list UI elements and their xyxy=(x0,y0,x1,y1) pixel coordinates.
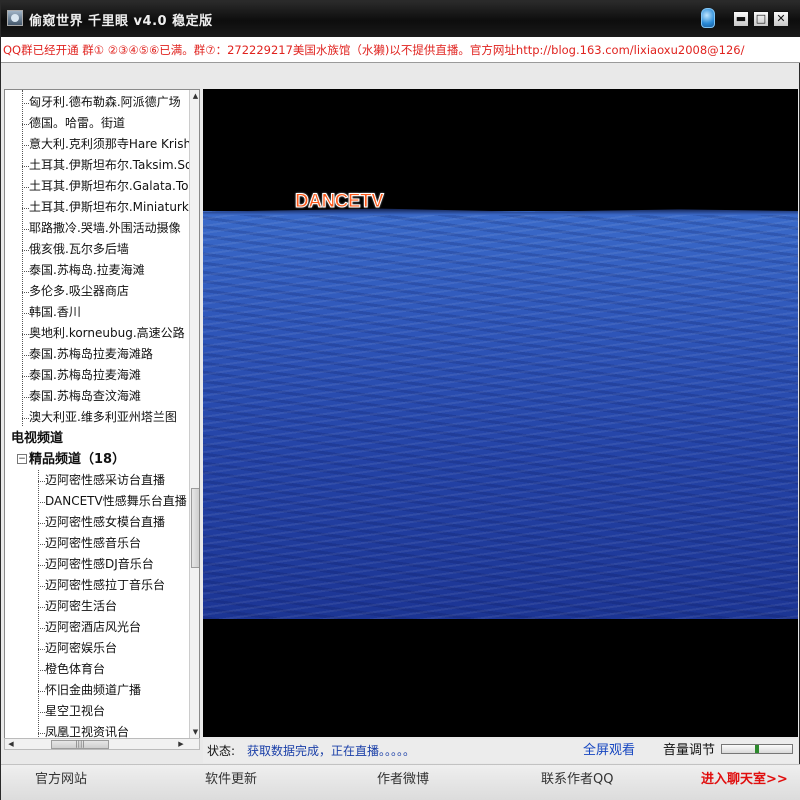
channel-tree-list[interactable]: 匈牙利.德布勒森.阿派德广场 德国。哈雷。街道 意大利.克利须那寺Hare Kris… xyxy=(5,90,189,738)
horizontal-scroll-thumb[interactable]: |||| xyxy=(51,740,109,749)
tree-connector xyxy=(22,103,29,104)
tree-connector xyxy=(38,502,45,503)
tree-item-place[interactable]: 泰国.苏梅岛拉麦海滩 xyxy=(29,365,189,386)
tree-item-place[interactable]: 多伦多.吸尘器商店 xyxy=(29,281,189,302)
window-title: 偷窥世界 千里眼 v4.0 稳定版 xyxy=(29,14,213,29)
tree-connector xyxy=(22,376,29,377)
status-label: 状态: xyxy=(207,744,236,758)
tree-connector xyxy=(38,712,45,713)
contact-author-qq-link[interactable]: 联系作者QQ xyxy=(541,765,613,795)
scroll-up-arrow-icon[interactable]: ▲ xyxy=(190,90,199,102)
tree-connector xyxy=(22,145,29,146)
tree-item-channel[interactable]: 迈阿密性感音乐台 xyxy=(45,533,189,554)
tree-item-place[interactable]: 奥地利.korneubug.高速公路 xyxy=(29,323,189,344)
tree-item-place[interactable]: 泰国.苏梅岛拉麦海滩路 xyxy=(29,344,189,365)
channel-tree[interactable]: 匈牙利.德布勒森.阿派德广场 德国。哈雷。街道 意大利.克利须那寺Hare Kris… xyxy=(4,89,200,739)
video-frame-sea xyxy=(203,211,798,619)
tree-item-place[interactable]: 俄亥俄.瓦尔多后墙 xyxy=(29,239,189,260)
close-button[interactable]: ✕ xyxy=(773,11,789,27)
tree-item-place[interactable]: 泰国.苏梅岛查汶海滩 xyxy=(29,386,189,407)
tree-item-channel[interactable]: 迈阿密性感采访台直播 xyxy=(45,470,189,491)
maximize-button[interactable]: □ xyxy=(753,11,769,27)
tree-item-channel[interactable]: 星空卫视台 xyxy=(45,701,189,722)
tree-connector xyxy=(38,691,45,692)
tree-item-channel[interactable]: 迈阿密性感女模台直播 xyxy=(45,512,189,533)
tree-item-place[interactable]: 匈牙利.德布勒森.阿派德广场 xyxy=(29,92,189,113)
tree-item-place[interactable]: 土耳其.伊斯坦布尔.Taksim.Square xyxy=(29,155,189,176)
tree-item-channel[interactable]: 凤凰卫视资讯台 xyxy=(45,722,189,738)
tree-connector xyxy=(22,250,29,251)
volume-slider-knob[interactable] xyxy=(755,745,759,753)
tree-connector xyxy=(38,586,45,587)
tree-connector xyxy=(22,166,29,167)
tree-item-channel[interactable]: 迈阿密酒店风光台 xyxy=(45,617,189,638)
tree-horizontal-scrollbar[interactable]: ◀ |||| ▶ xyxy=(4,738,200,750)
tree-connector xyxy=(22,124,29,125)
tree-connector xyxy=(38,523,45,524)
volume-label: 音量调节 xyxy=(663,743,716,758)
tree-item-place[interactable]: 德国。哈雷。街道 xyxy=(29,113,189,134)
tree-item-place[interactable]: 土耳其.伊斯坦布尔.Miniaturk xyxy=(29,197,189,218)
tree-connector xyxy=(38,544,45,545)
tree-item-place[interactable]: 意大利.克利须那寺Hare Krishna xyxy=(29,134,189,155)
skin-icon[interactable] xyxy=(701,8,715,28)
scroll-left-arrow-icon[interactable]: ◀ xyxy=(5,739,17,749)
enter-chatroom-link[interactable]: 进入聊天室>> xyxy=(701,765,788,795)
tree-item-channel[interactable]: 橙色体育台 xyxy=(45,659,189,680)
tree-item-place[interactable]: 韩国.香川 xyxy=(29,302,189,323)
tree-item-channel[interactable]: 迈阿密性感DJ音乐台 xyxy=(45,554,189,575)
announcement-marquee: QQ群已经开通 群① ②③④⑤⑥已满。群⑦：272229217美国水族馆（水獭)… xyxy=(1,37,800,63)
scroll-down-arrow-icon[interactable]: ▼ xyxy=(190,726,199,738)
app-icon xyxy=(7,10,23,26)
tree-connector xyxy=(22,397,29,398)
tree-connector xyxy=(22,355,29,356)
tree-connector xyxy=(38,481,45,482)
author-weibo-link[interactable]: 作者微博 xyxy=(377,765,429,795)
tree-connector xyxy=(22,208,29,209)
status-bar: 状态: 获取数据完成，正在直播。。。。。 全屏观看 音量调节 xyxy=(203,739,798,763)
app-window: 偷窥世界 千里眼 v4.0 稳定版 ▬ □ ✕ QQ群已经开通 群① ②③④⑤⑥… xyxy=(0,0,800,800)
fullscreen-button[interactable]: 全屏观看 xyxy=(583,739,635,763)
expand-collapse-icon[interactable]: − xyxy=(17,454,27,464)
tree-item-place[interactable]: 土耳其.伊斯坦布尔.Galata.Tower xyxy=(29,176,189,197)
minimize-button[interactable]: ▬ xyxy=(733,11,749,27)
bottom-link-bar: 官方网站 软件更新 作者微博 联系作者QQ 进入聊天室>> xyxy=(1,764,800,800)
tree-item-place[interactable]: 耶路撒冷.哭墙.外围活动摄像 xyxy=(29,218,189,239)
tree-connector xyxy=(38,649,45,650)
tree-connector xyxy=(22,229,29,230)
tree-connector xyxy=(22,292,29,293)
tree-connector xyxy=(38,565,45,566)
tree-subcategory[interactable]: 精品频道（18） xyxy=(29,449,125,470)
tree-connector xyxy=(22,271,29,272)
tree-item-channel[interactable]: DANCETV性感舞乐台直播 xyxy=(45,491,189,512)
tree-connector xyxy=(22,334,29,335)
title-bar[interactable]: 偷窥世界 千里眼 v4.0 稳定版 ▬ □ ✕ xyxy=(1,1,800,37)
tree-vertical-scrollbar[interactable]: ▲ ▼ xyxy=(189,90,199,738)
tree-connector xyxy=(22,418,29,419)
tree-connector xyxy=(38,670,45,671)
tree-connector xyxy=(38,733,45,734)
tree-guide-line xyxy=(38,470,39,738)
channel-logo: DANCETV xyxy=(294,191,384,213)
tree-item-channel[interactable]: 迈阿密生活台 xyxy=(45,596,189,617)
tree-item-place[interactable]: 澳大利亚.维多利亚州塔兰图 xyxy=(29,407,189,428)
status-text: 获取数据完成，正在直播。。。。。 xyxy=(247,744,416,758)
tree-connector xyxy=(22,187,29,188)
tree-item-channel[interactable]: 迈阿密娱乐台 xyxy=(45,638,189,659)
tree-connector xyxy=(38,628,45,629)
tree-item-channel[interactable]: 迈阿密性感拉丁音乐台 xyxy=(45,575,189,596)
scroll-right-arrow-icon[interactable]: ▶ xyxy=(175,739,187,749)
volume-slider[interactable] xyxy=(721,744,793,754)
tree-item-channel[interactable]: 怀旧金曲频道广播 xyxy=(45,680,189,701)
official-site-link[interactable]: 官方网站 xyxy=(35,765,87,795)
tree-category-tv[interactable]: 电视频道 xyxy=(11,428,63,449)
software-update-link[interactable]: 软件更新 xyxy=(205,765,257,795)
video-player[interactable]: DANCETV xyxy=(203,89,798,737)
tree-connector xyxy=(22,313,29,314)
vertical-scroll-thumb[interactable] xyxy=(191,488,199,568)
tree-connector xyxy=(38,607,45,608)
tree-item-place[interactable]: 泰国.苏梅岛.拉麦海滩 xyxy=(29,260,189,281)
